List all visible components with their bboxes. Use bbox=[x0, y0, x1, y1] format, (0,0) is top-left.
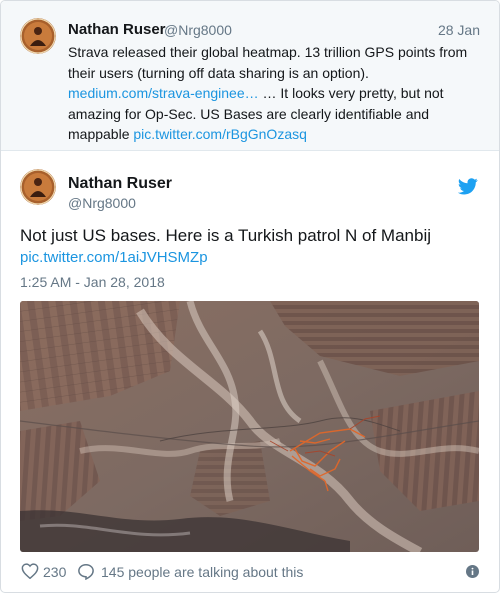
avatar[interactable] bbox=[20, 169, 56, 205]
like-count[interactable]: 230 bbox=[43, 564, 66, 580]
tweet-text: Not just US bases. Here is a Turkish pat… bbox=[20, 226, 431, 245]
tweet-actions: 230 145 people are talking about this bbox=[1, 556, 499, 592]
tweet-date[interactable]: 28 Jan bbox=[438, 22, 480, 38]
parent-tweet-text: Strava released their global heatmap. 13… bbox=[68, 42, 473, 145]
twitter-bird-icon[interactable] bbox=[458, 178, 478, 195]
conversation-count[interactable]: 145 people are talking about this bbox=[101, 564, 303, 580]
author-handle[interactable]: @Nrg8000 bbox=[68, 195, 136, 211]
heart-icon[interactable] bbox=[21, 563, 39, 579]
picture-link[interactable]: pic.twitter.com/rBgGnOzasq bbox=[133, 126, 307, 142]
reply-bubble-icon[interactable] bbox=[77, 563, 95, 580]
tweet-timestamp[interactable]: 1:25 AM - Jan 28, 2018 bbox=[20, 274, 165, 290]
tweet-text-part: Strava released their global heatmap. 13… bbox=[68, 44, 468, 81]
info-icon[interactable] bbox=[466, 565, 479, 578]
avatar[interactable] bbox=[20, 18, 56, 54]
embedded-tweet-card: Nathan Ruser @Nrg8000 28 Jan Strava rele… bbox=[0, 0, 500, 593]
author-name[interactable]: Nathan Ruser bbox=[68, 175, 172, 193]
author-handle[interactable]: @Nrg8000 bbox=[164, 22, 232, 38]
author-name[interactable]: Nathan Ruser bbox=[68, 21, 166, 38]
picture-link[interactable]: pic.twitter.com/1aiJVHSMZp bbox=[20, 249, 208, 266]
tweet-media-image[interactable] bbox=[20, 301, 479, 552]
article-link[interactable]: medium.com/strava-enginee… bbox=[68, 85, 259, 101]
parent-tweet[interactable]: Nathan Ruser @Nrg8000 28 Jan Strava rele… bbox=[1, 1, 499, 151]
